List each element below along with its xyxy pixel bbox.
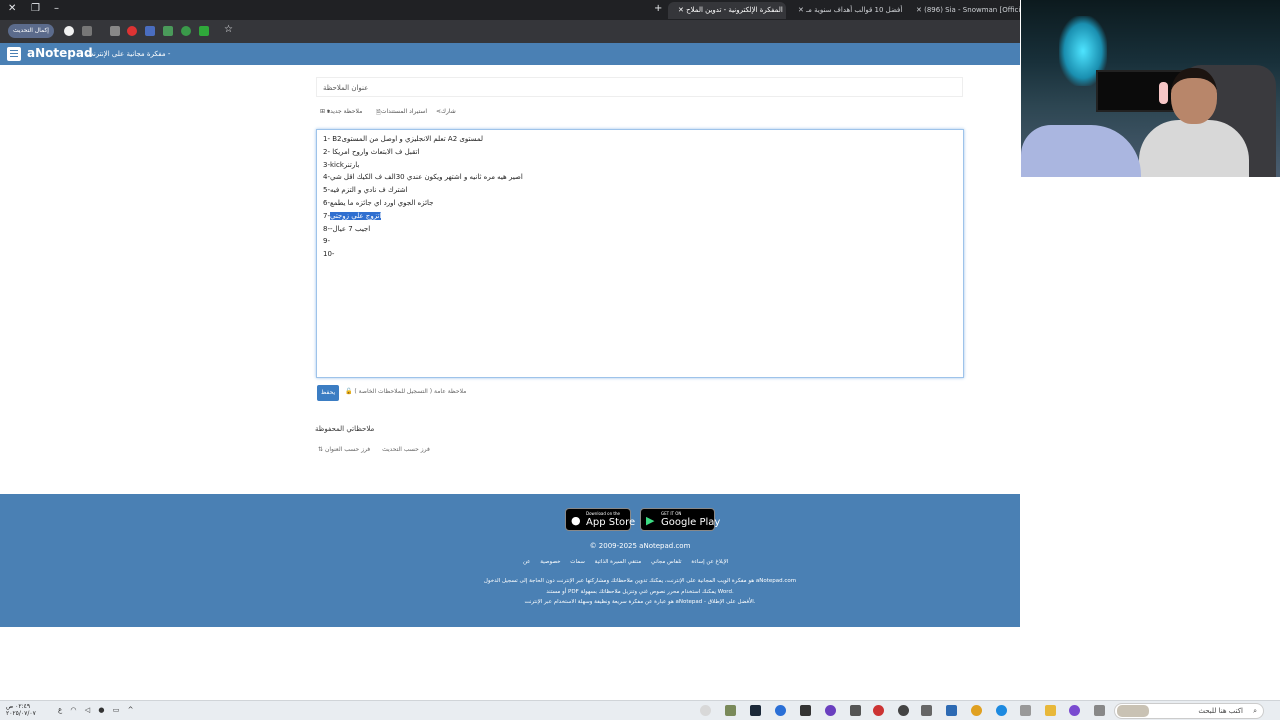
edge-icon[interactable] [996,705,1007,716]
extension-icon[interactable] [181,26,191,36]
minimize-window-icon[interactable]: – [54,3,59,14]
apple-icon: ● [571,514,581,527]
new-note-link[interactable]: ⊞ ملاحظة جديدة ▾ [320,108,362,115]
extension-icon[interactable] [127,26,137,36]
taskbar-app-icon[interactable] [800,705,811,716]
site-footer: ● Download on the App Store ▶ GET IT ON … [0,494,1020,627]
browser-toolbar: إكمال التحديث ☆ [0,20,1020,43]
file-explorer-icon[interactable] [1045,705,1056,716]
app-store-badge[interactable]: ● Download on the App Store [565,508,635,531]
note-line: 9- [323,237,330,246]
note-line: 3-kickبارتنر [323,160,360,169]
selected-text[interactable]: اتزوج علي زوجتي [329,211,382,220]
sort-options: ⇅ فرز حسب التحديث فرز حسب العنوان [318,446,450,453]
taskbar-app-icon[interactable] [850,705,861,716]
extension-icon[interactable] [82,26,92,36]
note-line: 2- اتقبل ف الابتعاث واروح امريكا [323,147,420,156]
footer-link-privacy[interactable]: خصوصية [540,559,560,565]
import-documents-link[interactable]: 🗎 استيراد المستندات [376,108,427,118]
close-window-icon[interactable]: ✕ [8,3,16,14]
note-line: 4-اصير هيه مره ثانيه و اشتهر ويكون عندي … [323,173,523,182]
public-note-label: 🔓 ملاحظة عامة ( التسجيل للملاحظات الخاصة… [345,388,467,395]
tab-youtube[interactable]: ✕ (896) Sia - Snowman [Official V [906,2,1020,19]
footer-link-report[interactable]: الإبلاغ عن إساءة [691,559,728,565]
note-line: 10- [323,250,335,259]
steam-icon[interactable] [750,705,761,716]
save-button[interactable]: يحفظ [317,385,339,401]
extension-icon[interactable] [163,26,173,36]
note-line: 7-اتزوج علي زوجتي [323,211,382,220]
share-link[interactable]: ⋖ شارك [436,108,456,115]
taskbar-app-icon[interactable] [898,705,909,716]
person-head [1171,68,1217,124]
taskbar-app-icon[interactable] [1069,705,1080,716]
play-icon: ▶ [646,514,655,527]
taskbar-app-icon[interactable] [946,705,957,716]
profile-icon[interactable] [64,26,74,36]
task-view-icon[interactable] [1094,705,1105,716]
footer-about: هو مفكرة الويب المجانية على الإنترنت، يم… [483,578,797,605]
battery-icon[interactable]: ▭ [113,706,120,714]
search-highlight-image [1117,705,1149,717]
note-editor[interactable]: 1- B2تعلم الانجليزي و اوصل من المستوى A2… [316,129,964,378]
update-browser-button[interactable]: إكمال التحديث [8,24,54,38]
footer-link-about[interactable]: عن [523,559,530,565]
extension-icon[interactable] [145,26,155,36]
extension-icon[interactable] [199,26,209,36]
taskbar-app-icon[interactable] [1020,705,1031,716]
webcam-overlay [1021,0,1280,177]
saved-notes-title: ملاحظاتي المحفوظة [315,425,375,433]
site-brand[interactable]: aNotepad [27,46,93,60]
footer-link-free-tv[interactable]: تلفاس مجاني [651,559,682,565]
copyright: © 2009-2025 aNotepad.com [589,542,691,550]
note-line: 5-اشترك ف نادي و التزم فيه [323,186,408,195]
footer-link-themes[interactable]: سمات [570,559,585,565]
restore-window-icon[interactable]: ❐ [31,3,40,14]
site-tagline: مفكرة مجانية على الإنترنت - [87,50,171,58]
mic-icon[interactable]: ● [98,706,104,714]
site-header: aNotepad مفكرة مجانية على الإنترنت - [0,43,1020,65]
note-title-input[interactable]: عنوان الملاحظة [316,77,963,97]
close-tab-icon[interactable]: ✕ [798,6,804,14]
taskbar-search-box[interactable]: اكتب هنا للبحث ⌕ [1114,703,1264,719]
system-tray: ع ◠ ◁ ● ▭ ^ [58,706,139,714]
extension-icon[interactable] [110,26,120,36]
search-icon: ⌕ [1253,707,1257,715]
taskbar-app-icon[interactable] [725,705,736,716]
taskbar-app-icon[interactable] [873,705,884,716]
note-line: 1- B2تعلم الانجليزي و اوصل من المستوى A2… [323,135,484,143]
person-body [1139,120,1249,177]
browser-tab-bar: ✕ ❐ – + ✕ المفكرة الإلكترونية - تدوين ال… [0,0,1020,20]
note-line: 6-جائزه الجوي اورد اي جائزه ما يطمع [323,198,434,207]
taskbar-app-icon[interactable] [700,705,711,716]
close-tab-icon[interactable]: ✕ [678,6,684,14]
bookmark-star-icon[interactable]: ☆ [224,24,233,35]
sort-by-title-link[interactable]: فرز حسب العنوان [325,446,370,453]
blanket [1021,125,1141,177]
show-hidden-icons[interactable]: ^ [128,706,134,714]
tab-goals[interactable]: ✕ أفضل 10 قوالب أهداف سنوية مـ [788,2,904,19]
notepad-logo-icon[interactable] [7,47,21,61]
volume-icon[interactable]: ◁ [85,706,90,714]
settings-icon[interactable] [921,705,932,716]
footer-links: الإبلاغ عن إساءة تلفاس مجاني منتقي السير… [523,559,736,565]
close-tab-icon[interactable]: ✕ [916,6,922,14]
chrome-icon[interactable] [971,705,982,716]
microphone [1159,82,1168,104]
footer-link-resume[interactable]: منتقي السيرة الذاتية [595,559,642,565]
language-icon[interactable]: ع [58,706,62,714]
wifi-icon[interactable]: ◠ [70,706,76,714]
clock[interactable]: ٠٢:٤٩ ص ٢٠٢٥/٠٧/٠٧ [6,703,36,717]
taskbar-app-icon[interactable] [825,705,836,716]
windows-taskbar: ٠٢:٤٩ ص ٢٠٢٥/٠٧/٠٧ ع ◠ ◁ ● ▭ ^ اكتب هنا … [0,700,1280,720]
tab-anotepad[interactable]: ✕ المفكرة الإلكترونية - تدوين الملاح [668,2,786,19]
note-line: 8--اجيب 7 عيال [323,224,371,233]
taskbar-app-icon[interactable] [775,705,786,716]
new-tab-button[interactable]: + [654,3,662,14]
google-play-badge[interactable]: ▶ GET IT ON Google Play [640,508,720,531]
